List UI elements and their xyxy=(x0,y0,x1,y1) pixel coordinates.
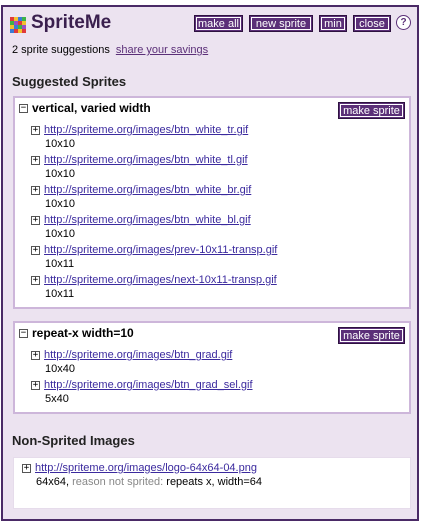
sprite-group-title: repeat-x width=10 xyxy=(32,326,134,340)
min-button[interactable]: min xyxy=(319,15,347,32)
list-item: + http://spriteme.org/images/btn_grad_sel… xyxy=(31,379,253,405)
expand-toggle-icon[interactable]: + xyxy=(31,155,40,165)
close-button[interactable]: close xyxy=(353,15,391,32)
image-url-link[interactable]: http://spriteme.org/images/btn_white_tl.… xyxy=(44,154,248,166)
image-url-link[interactable]: http://spriteme.org/images/btn_grad.gif xyxy=(44,349,232,361)
expand-toggle-icon[interactable]: + xyxy=(31,245,40,255)
expand-toggle-icon[interactable]: + xyxy=(31,380,40,390)
spriteme-panel: SpriteMe make all new sprite min close ?… xyxy=(1,5,419,521)
sprite-group-title: vertical, varied width xyxy=(32,101,151,115)
collapse-toggle-icon[interactable]: − xyxy=(19,328,28,338)
make-all-button[interactable]: make all xyxy=(194,15,243,32)
image-size: 10x11 xyxy=(45,288,75,300)
expand-toggle-icon[interactable]: + xyxy=(31,185,40,195)
image-size: 10x10 xyxy=(45,168,75,180)
reason-text: repeats x, width=64 xyxy=(166,476,262,488)
image-size: 10x40 xyxy=(45,363,75,375)
list-item: + http://spriteme.org/images/btn_white_tr… xyxy=(31,124,248,150)
expand-toggle-icon[interactable]: + xyxy=(31,215,40,225)
image-size: 10x10 xyxy=(45,138,75,150)
sprite-group-vertical: − vertical, varied width make sprite + ht… xyxy=(13,96,411,309)
image-size-and-reason: 64x64, reason not sprited: repeats x, wi… xyxy=(36,476,262,488)
list-item: + http://spriteme.org/images/btn_white_tl… xyxy=(31,154,248,180)
image-size: 64x64, xyxy=(36,476,70,488)
app-title: SpriteMe xyxy=(31,12,112,33)
spriteme-logo-icon xyxy=(10,17,26,33)
image-url-link[interactable]: http://spriteme.org/images/btn_white_bl.… xyxy=(44,214,251,226)
list-item: + http://spriteme.org/images/next-10x11-t… xyxy=(31,274,277,300)
image-size: 5x40 xyxy=(45,393,69,405)
image-url-link[interactable]: http://spriteme.org/images/btn_grad_sel.… xyxy=(44,379,253,391)
image-url-link[interactable]: http://spriteme.org/images/next-10x11-tr… xyxy=(44,274,277,286)
expand-toggle-icon[interactable]: + xyxy=(22,463,31,473)
expand-toggle-icon[interactable]: + xyxy=(31,125,40,135)
make-sprite-button[interactable]: make sprite xyxy=(338,102,405,119)
sprite-group-header: − repeat-x width=10 xyxy=(19,326,134,340)
share-savings-link[interactable]: share your savings xyxy=(116,44,208,56)
summary-line: 2 sprite suggestions share your savings xyxy=(12,44,208,56)
image-url-link[interactable]: http://spriteme.org/images/btn_white_tr.… xyxy=(44,124,248,136)
collapse-toggle-icon[interactable]: − xyxy=(19,103,28,113)
sprite-group-header: − vertical, varied width xyxy=(19,101,151,115)
image-url-link[interactable]: http://spriteme.org/images/prev-10x11-tr… xyxy=(44,244,277,256)
page-top-strip xyxy=(0,0,424,4)
image-url-link[interactable]: http://spriteme.org/images/btn_white_br.… xyxy=(44,184,251,196)
non-sprited-list: + http://spriteme.org/images/logo-64x64-0… xyxy=(13,457,411,509)
image-size: 10x10 xyxy=(45,198,75,210)
list-item: + http://spriteme.org/images/btn_white_bl… xyxy=(31,214,251,240)
new-sprite-button[interactable]: new sprite xyxy=(249,15,313,32)
image-url-link[interactable]: http://spriteme.org/images/logo-64x64-04… xyxy=(35,462,257,474)
list-item: + http://spriteme.org/images/logo-64x64-0… xyxy=(22,462,262,488)
help-icon[interactable]: ? xyxy=(396,15,411,30)
image-size: 10x10 xyxy=(45,228,75,240)
image-size: 10x11 xyxy=(45,258,75,270)
list-item: + http://spriteme.org/images/btn_white_br… xyxy=(31,184,251,210)
make-sprite-button[interactable]: make sprite xyxy=(338,327,405,344)
expand-toggle-icon[interactable]: + xyxy=(31,275,40,285)
expand-toggle-icon[interactable]: + xyxy=(31,350,40,360)
list-item: + http://spriteme.org/images/btn_grad.gif… xyxy=(31,349,232,375)
list-item: + http://spriteme.org/images/prev-10x11-t… xyxy=(31,244,277,270)
reason-label: reason not sprited: xyxy=(72,476,164,488)
non-sprited-item: + http://spriteme.org/images/logo-64x64-0… xyxy=(20,462,406,492)
sprite-suggestion-count: 2 sprite suggestions xyxy=(12,44,110,56)
suggested-sprites-heading: Suggested Sprites xyxy=(12,74,127,89)
non-sprited-images-heading: Non-Sprited Images xyxy=(12,433,135,448)
sprite-group-repeat-x: − repeat-x width=10 make sprite + http://… xyxy=(13,321,411,414)
